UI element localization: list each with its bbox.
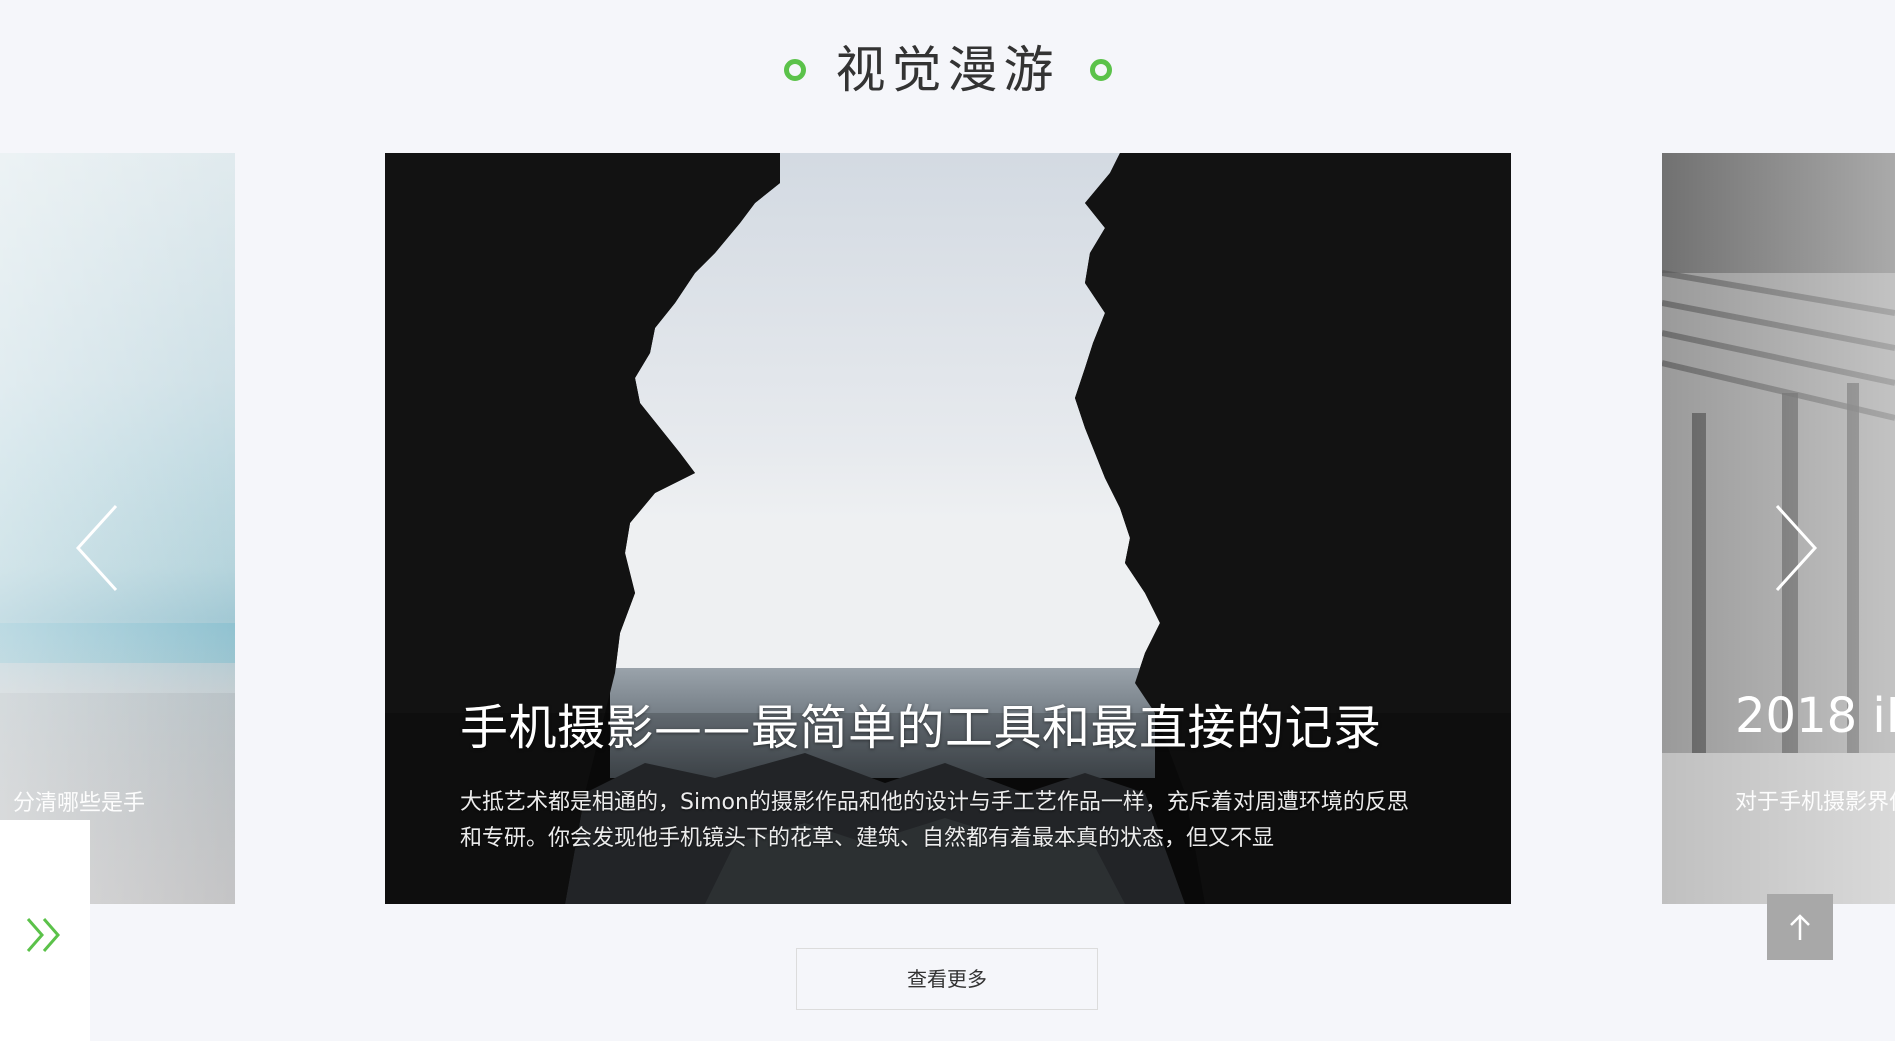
slide-description: 对于手机摄影界作品！其中有不 bbox=[1735, 790, 1895, 815]
section-title: 视觉漫游 bbox=[835, 41, 1060, 99]
slide-description: 分清哪些是手 bbox=[12, 791, 145, 816]
slide-description: 大抵艺术都是相通的，Simon的摄影作品和他的设计与手工艺作品一样，充斥着对周遭… bbox=[460, 790, 1409, 851]
view-more-button[interactable]: 查看更多 bbox=[796, 948, 1098, 1010]
page: 视觉漫游 分清哪些是手 手机摄影——最简单的工具和最直接的记录 大抵艺术都是相通… bbox=[0, 0, 1895, 1041]
section-header: 视觉漫游 bbox=[0, 36, 1895, 104]
carousel-prev-button[interactable] bbox=[70, 500, 130, 596]
title-dot-left-icon bbox=[783, 59, 806, 81]
arrow-up-icon bbox=[1790, 914, 1810, 940]
slide-title[interactable]: 2018 iP bbox=[1735, 688, 1895, 744]
carousel-slide-active[interactable]: 手机摄影——最简单的工具和最直接的记录 大抵艺术都是相通的，Simon的摄影作品… bbox=[385, 153, 1511, 904]
chevron-left-icon bbox=[75, 504, 118, 592]
side-expand-tab[interactable] bbox=[0, 820, 90, 1041]
title-dot-right-icon bbox=[1089, 59, 1112, 81]
chevron-right-icon bbox=[1775, 504, 1818, 592]
back-to-top-button[interactable] bbox=[1767, 894, 1833, 960]
double-chevron-right-icon bbox=[26, 918, 60, 952]
carousel-next-button[interactable] bbox=[1765, 500, 1825, 596]
slide-title[interactable]: 手机摄影——最简单的工具和最直接的记录 bbox=[460, 688, 1382, 758]
